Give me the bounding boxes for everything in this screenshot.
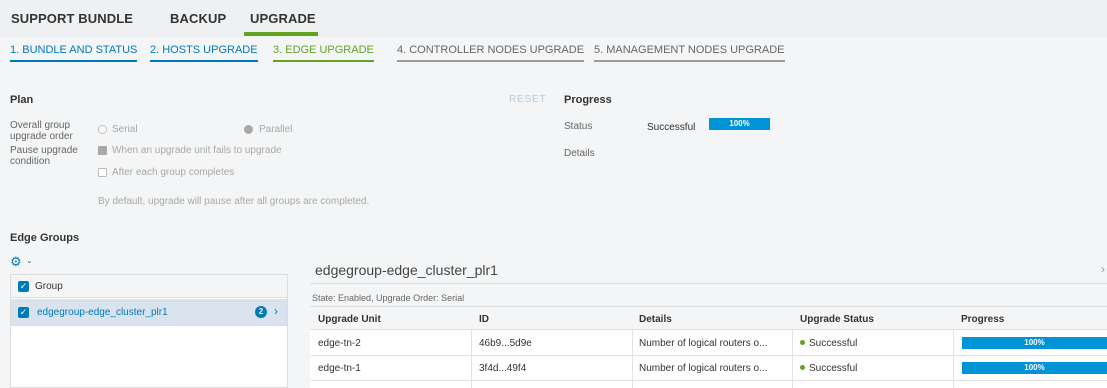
- step-management-upgrade[interactable]: 5. MANAGEMENT NODES UPGRADE: [594, 44, 785, 62]
- tab-backup[interactable]: BACKUP: [170, 11, 226, 26]
- edge-group-name[interactable]: edgegroup-edge_cluster_plr1: [37, 307, 168, 318]
- detail-subtitle: State: Enabled, Upgrade Order: Serial: [312, 293, 465, 303]
- overall-progress-bar: 100%: [709, 118, 770, 130]
- active-tab-indicator: [244, 32, 318, 36]
- select-all-checkbox[interactable]: ✓: [18, 281, 29, 292]
- gear-icon[interactable]: ⚙: [10, 254, 22, 270]
- details-label: Details: [564, 148, 595, 159]
- pause-label-line1: Pause upgrade: [10, 145, 78, 156]
- unit-details: Number of logical routers o...: [639, 338, 768, 349]
- upgrade-steps: 1. BUNDLE AND STATUS 2. HOSTS UPGRADE 3.…: [0, 40, 1107, 62]
- tab-support-bundle[interactable]: SUPPORT BUNDLE: [11, 11, 133, 26]
- table-header-row: Upgrade Unit ID Details Upgrade Status P…: [310, 307, 1107, 330]
- col-upgrade-status[interactable]: Upgrade Status: [800, 314, 874, 325]
- plan-note: By default, upgrade will pause after all…: [98, 196, 370, 207]
- collapse-icon[interactable]: ›: [1101, 262, 1105, 276]
- step-hosts-upgrade[interactable]: 2. HOSTS UPGRADE: [150, 44, 258, 62]
- fail-label: When an upgrade unit fails to upgrade: [112, 145, 282, 156]
- success-dot-icon: [800, 339, 805, 345]
- unit-status-text: Successful: [809, 363, 858, 374]
- unit-progress-label: 100%: [1024, 363, 1045, 372]
- step-edge-upgrade[interactable]: 3. EDGE UPGRADE: [273, 44, 374, 62]
- parallel-label: Parallel: [259, 124, 293, 135]
- reset-button[interactable]: RESET: [509, 94, 546, 105]
- table-row[interactable]: edge-tn-2 46b9...5d9e Number of logical …: [310, 331, 1107, 356]
- plan-title: Plan: [10, 94, 34, 106]
- unit-status: Successful: [800, 338, 857, 349]
- table-row[interactable]: edge-tn-1 3f4d...49f4 Number of logical …: [310, 356, 1107, 381]
- after-group-checkbox[interactable]: [98, 168, 107, 177]
- unit-progress-label: 100%: [1024, 338, 1045, 347]
- step-bundle-status[interactable]: 1. BUNDLE AND STATUS: [10, 44, 138, 62]
- edge-group-row[interactable]: ✓ edgegroup-edge_cluster_plr1 2 ›: [11, 299, 287, 326]
- success-dot-icon: [800, 364, 805, 370]
- unit-progress-bar: 100%: [962, 337, 1107, 349]
- serial-radio[interactable]: [98, 125, 107, 134]
- detail-divider: [310, 283, 1107, 284]
- order-label-line2: upgrade order: [10, 131, 73, 142]
- serial-label: Serial: [112, 124, 138, 135]
- unit-progress-bar: 100%: [962, 362, 1107, 374]
- status-label: Status: [564, 121, 593, 132]
- unit-name: edge-tn-2: [318, 338, 361, 349]
- unit-status: Successful: [800, 363, 857, 374]
- edge-groups-title: Edge Groups: [10, 232, 80, 244]
- col-progress[interactable]: Progress: [961, 314, 1004, 325]
- unit-id: 3f4d...49f4: [479, 363, 527, 374]
- col-details[interactable]: Details: [639, 314, 672, 325]
- col-upgrade-unit[interactable]: Upgrade Unit: [318, 314, 381, 325]
- status-value: Successful: [647, 122, 696, 133]
- unit-id: 46b9...5d9e: [479, 338, 532, 349]
- progress-title: Progress: [564, 94, 612, 106]
- fail-checkbox[interactable]: [98, 146, 107, 155]
- step-controller-upgrade[interactable]: 4. CONTROLLER NODES UPGRADE: [397, 44, 585, 62]
- group-count-badge: 2: [255, 306, 267, 318]
- tab-upgrade[interactable]: UPGRADE: [250, 11, 316, 26]
- upgrade-units-table: Upgrade Unit ID Details Upgrade Status P…: [310, 306, 1107, 388]
- chevron-right-icon[interactable]: ›: [274, 304, 278, 318]
- order-label-line1: Overall group: [10, 120, 71, 131]
- detail-title: edgegroup-edge_cluster_plr1: [315, 262, 498, 278]
- unit-name: edge-tn-1: [318, 363, 361, 374]
- group-checkbox[interactable]: ✓: [18, 307, 29, 318]
- edge-groups-header: ✓ Group: [11, 275, 287, 298]
- col-id[interactable]: ID: [479, 314, 489, 325]
- group-column-label: Group: [35, 281, 63, 292]
- overall-progress-label: 100%: [729, 119, 750, 128]
- chevron-down-icon[interactable]: ⌄: [26, 256, 33, 265]
- unit-status-text: Successful: [809, 338, 858, 349]
- parallel-radio[interactable]: [244, 125, 253, 134]
- pause-label-line2: condition: [10, 156, 51, 167]
- unit-details: Number of logical routers o...: [639, 363, 768, 374]
- top-nav: SUPPORT BUNDLE BACKUP UPGRADE: [0, 0, 1107, 37]
- edge-groups-panel: ✓ Group ✓ edgegroup-edge_cluster_plr1 2 …: [10, 274, 288, 388]
- after-group-label: After each group completes: [112, 167, 235, 178]
